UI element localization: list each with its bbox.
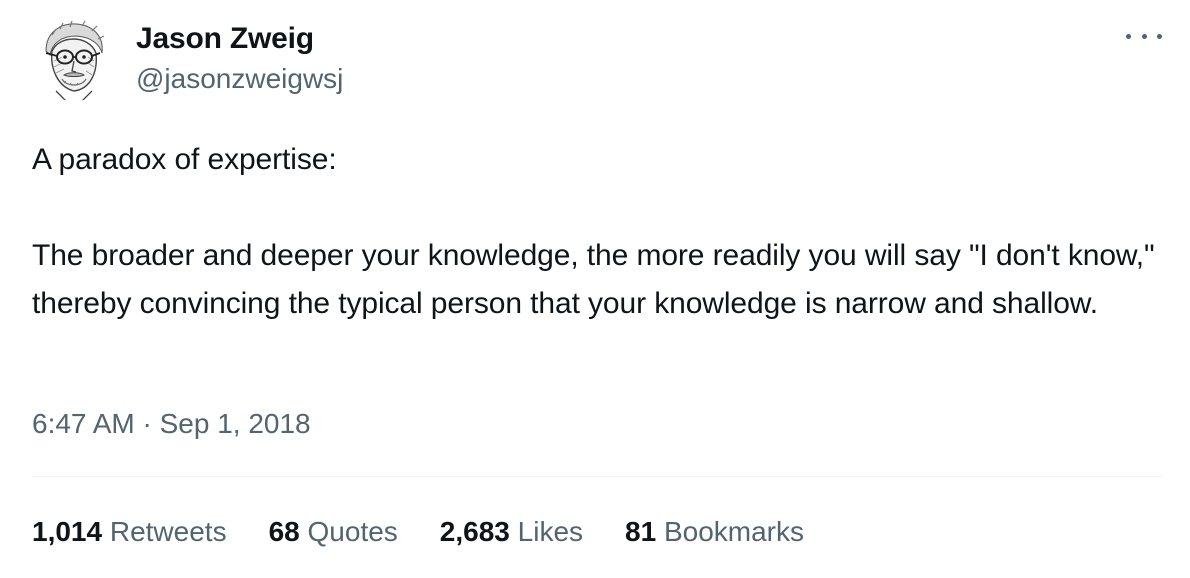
stat-count: 68 bbox=[268, 516, 300, 547]
tweet-text: A paradox of expertise: The broader and … bbox=[32, 136, 1162, 328]
quotes-stat[interactable]: 68 Quotes bbox=[269, 512, 398, 552]
engagement-stats: 1,014 Retweets 68 Quotes 2,683 Likes 81 … bbox=[32, 512, 846, 552]
author-names: Jason Zweig @jasonzweigwsj bbox=[136, 21, 343, 97]
stat-label: Bookmarks bbox=[663, 516, 805, 547]
stat-count: 81 bbox=[625, 516, 657, 547]
tweet-timestamp: 6:47 AM · Sep 1, 2018 bbox=[32, 404, 311, 444]
stat-label: Retweets bbox=[109, 516, 227, 547]
more-horizontal-icon-dot bbox=[1126, 33, 1131, 39]
avatar[interactable] bbox=[32, 17, 116, 101]
author-display-name[interactable]: Jason Zweig bbox=[136, 21, 343, 57]
stat-label: Quotes bbox=[307, 516, 398, 547]
stat-label: Likes bbox=[517, 516, 584, 547]
tweet-card: Jason Zweig @jasonzweigwsj A paradox of … bbox=[0, 0, 1190, 578]
avatar-illustration bbox=[32, 17, 116, 101]
author-handle[interactable]: @jasonzweigwsj bbox=[136, 61, 343, 97]
tweet-paragraph: The broader and deeper your knowledge, t… bbox=[32, 239, 1155, 320]
tweet-header: Jason Zweig @jasonzweigwsj bbox=[32, 14, 343, 104]
timestamp-link[interactable]: 6:47 AM · Sep 1, 2018 bbox=[32, 408, 311, 439]
more-options-button[interactable] bbox=[1126, 24, 1162, 48]
more-horizontal-icon-dot bbox=[1141, 33, 1147, 39]
stat-count: 1,014 bbox=[32, 516, 103, 547]
more-horizontal-icon-dot bbox=[1157, 33, 1162, 39]
bookmarks-stat[interactable]: 81 Bookmarks bbox=[625, 512, 804, 552]
stat-count: 2,683 bbox=[439, 516, 510, 547]
divider bbox=[32, 476, 1162, 477]
likes-stat[interactable]: 2,683 Likes bbox=[440, 512, 583, 552]
tweet-paragraph: A paradox of expertise: bbox=[32, 143, 337, 176]
retweets-stat[interactable]: 1,014 Retweets bbox=[32, 512, 227, 552]
